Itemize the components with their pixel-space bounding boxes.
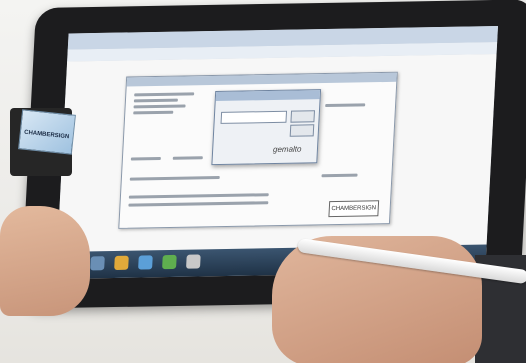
photo-scene: gemalto CHAMBERSIGN CHAMBERSIGN — [0, 0, 526, 363]
document-text-line — [133, 98, 178, 103]
document-text-line — [133, 104, 186, 109]
cancel-button[interactable] — [289, 124, 315, 137]
gemalto-logo: gemalto — [272, 144, 302, 155]
app-icon[interactable] — [162, 254, 177, 270]
left-hand — [0, 206, 90, 316]
ok-button[interactable] — [290, 110, 316, 123]
folder-icon[interactable] — [114, 255, 129, 270]
document-text-line — [129, 176, 220, 181]
document-text-line — [325, 103, 366, 108]
document-text-line — [130, 157, 161, 161]
chambersign-logo: CHAMBERSIGN — [328, 200, 380, 218]
document-text-line — [128, 193, 269, 199]
app-icon[interactable] — [186, 254, 201, 269]
pin-entry-dialog: gemalto — [211, 89, 322, 166]
document-window-titlebar — [126, 72, 397, 87]
document-text-line — [133, 110, 174, 115]
document-text-line — [134, 92, 195, 97]
document-text-line — [172, 156, 203, 160]
pin-input[interactable] — [220, 110, 288, 124]
pin-dialog-titlebar — [215, 90, 321, 101]
explorer-icon[interactable] — [90, 256, 105, 271]
document-text-line — [321, 173, 358, 178]
document-text-line — [128, 201, 269, 207]
browser-icon[interactable] — [138, 255, 153, 270]
